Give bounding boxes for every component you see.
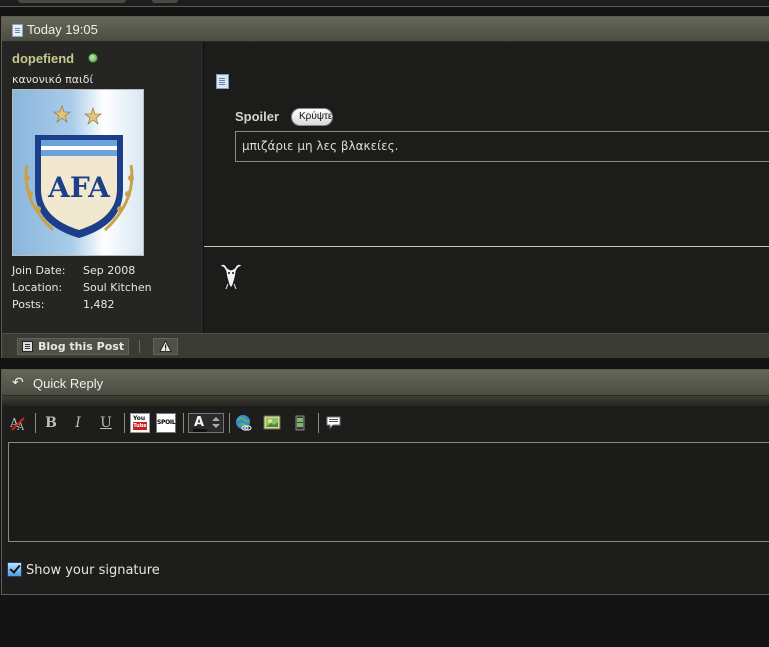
svg-text:AFA: AFA bbox=[47, 171, 111, 204]
previous-post-button-remnant bbox=[152, 0, 178, 3]
toolbar-separator bbox=[318, 413, 319, 433]
blog-this-post-button[interactable]: Blog this Post bbox=[17, 338, 130, 355]
user-info-panel: dopefiend κανονικό παιδί AFA Join Date: … bbox=[2, 42, 203, 333]
toolbar-separator bbox=[124, 413, 125, 433]
join-date-label: Join Date: bbox=[12, 264, 66, 277]
goat-head-icon bbox=[219, 264, 243, 290]
insert-video-icon[interactable] bbox=[290, 413, 310, 433]
blog-icon bbox=[22, 341, 33, 352]
user-stats: Join Date: Sep 2008 Location: Soul Kitch… bbox=[12, 262, 152, 313]
reply-textarea[interactable] bbox=[8, 442, 769, 542]
toolbar-separator bbox=[229, 413, 230, 433]
location-label: Location: bbox=[12, 281, 63, 294]
post-date: Today 19:05 bbox=[27, 22, 98, 37]
afa-crest-icon: AFA bbox=[24, 105, 134, 238]
quote-icon[interactable] bbox=[324, 413, 344, 433]
online-status-icon bbox=[88, 53, 98, 63]
toolbar-separator bbox=[35, 413, 36, 433]
join-date-value: Sep 2008 bbox=[83, 264, 136, 277]
spoiler-tag-button[interactable]: SPOIL bbox=[156, 413, 176, 433]
chevron-down-icon bbox=[212, 424, 220, 428]
quick-reply-subbar bbox=[2, 396, 769, 406]
document-icon bbox=[12, 24, 23, 37]
report-post-button[interactable] bbox=[153, 338, 178, 355]
post-document-icon bbox=[216, 74, 229, 89]
forum-post: Today 19:05 dopefiend κανονικό παιδί AFA bbox=[1, 16, 769, 358]
show-signature-label[interactable]: Show your signature bbox=[26, 563, 160, 578]
previous-post-button-remnant bbox=[18, 0, 126, 3]
underline-button[interactable]: U bbox=[96, 413, 116, 433]
post-footer: Blog this Post bbox=[2, 333, 769, 358]
user-title: κανονικό παιδί bbox=[12, 73, 94, 86]
location-value: Soul Kitchen bbox=[83, 281, 152, 294]
insert-link-icon[interactable] bbox=[234, 413, 254, 433]
show-signature-checkbox[interactable] bbox=[7, 562, 22, 577]
signature-divider bbox=[204, 246, 769, 247]
spoiler-label: Spoiler bbox=[235, 109, 280, 124]
remove-format-icon[interactable]: A A bbox=[8, 413, 28, 433]
reply-arrow-icon: ↶ bbox=[12, 375, 24, 391]
spoiler-content: μπιζάριε μη λες βλακείες. bbox=[235, 131, 769, 162]
avatar[interactable]: AFA bbox=[12, 89, 144, 256]
footer-divider bbox=[139, 340, 140, 353]
quick-reply-header: ↶ Quick Reply bbox=[2, 370, 769, 396]
youtube-icon[interactable]: You Tube bbox=[130, 413, 150, 433]
post-header: Today 19:05 bbox=[2, 17, 769, 42]
posts-row: Posts: 1,482 bbox=[12, 296, 152, 313]
username-link[interactable]: dopefiend bbox=[12, 51, 74, 66]
quick-reply-panel: ↶ Quick Reply A A B I U YouTube SPOIL A bbox=[1, 369, 769, 595]
warning-icon bbox=[159, 340, 172, 352]
font-color-picker[interactable]: A bbox=[188, 413, 224, 433]
blog-this-post-label: Blog this Post bbox=[38, 340, 125, 353]
italic-button[interactable]: I bbox=[68, 413, 88, 433]
posts-value: 1,482 bbox=[83, 298, 115, 311]
posts-label: Posts: bbox=[12, 298, 45, 311]
insert-image-icon[interactable] bbox=[262, 413, 282, 433]
chevron-up-icon bbox=[212, 417, 220, 421]
join-date-row: Join Date: Sep 2008 bbox=[12, 262, 152, 279]
toolbar-separator bbox=[183, 413, 184, 433]
bold-button[interactable]: B bbox=[41, 413, 61, 433]
previous-post-remnant bbox=[0, 0, 769, 7]
post-content: Spoiler Κρύψτε μπιζάριε μη λες βλακείες. bbox=[203, 42, 769, 333]
quick-reply-title: Quick Reply bbox=[33, 376, 104, 391]
spoiler-toggle-button[interactable]: Κρύψτε bbox=[291, 108, 333, 126]
location-row: Location: Soul Kitchen bbox=[12, 279, 152, 296]
font-color-glyph: A bbox=[192, 415, 208, 432]
